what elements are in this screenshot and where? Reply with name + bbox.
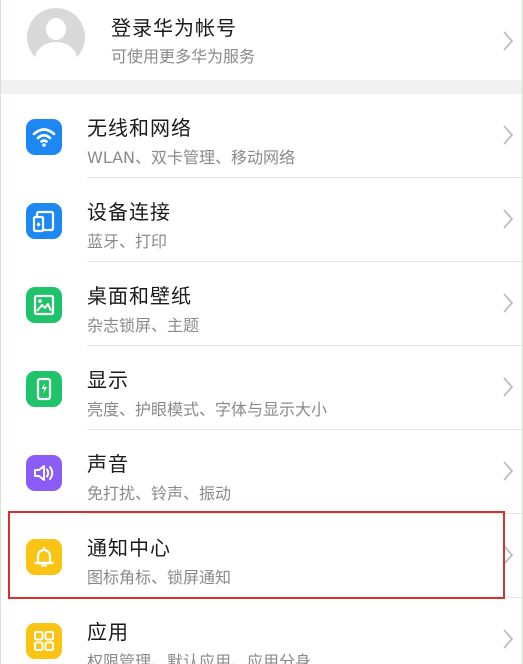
- section-separator: [1, 80, 522, 94]
- avatar: [27, 8, 85, 66]
- settings-item-apps[interactable]: 应用 权限管理、默认应用、应用分身: [1, 598, 522, 664]
- chevron-right-icon: [503, 125, 514, 145]
- chevron-right-icon: [503, 545, 514, 565]
- settings-item-wireless-network[interactable]: 无线和网络 WLAN、双卡管理、移动网络: [1, 94, 522, 178]
- bell-icon: [26, 539, 62, 575]
- item-subtitle: 杂志锁屏、主题: [87, 316, 200, 335]
- apps-grid-icon: [26, 623, 62, 659]
- speaker-icon: [26, 455, 62, 491]
- item-title: 通知中心: [87, 536, 171, 560]
- account-row[interactable]: 登录华为帐号 可使用更多华为服务: [1, 0, 522, 80]
- wallpaper-icon: [26, 287, 62, 323]
- settings-item-display[interactable]: 显示 亮度、护眼模式、字体与显示大小: [1, 346, 522, 430]
- account-title: 登录华为帐号: [111, 16, 237, 40]
- settings-item-notification-center[interactable]: 通知中心 图标角标、锁屏通知: [1, 514, 522, 598]
- chevron-right-icon: [503, 377, 514, 397]
- chevron-right-icon: [503, 209, 514, 229]
- chevron-right-icon: [503, 629, 514, 649]
- settings-item-sound[interactable]: 声音 免打扰、铃声、振动: [1, 430, 522, 514]
- chevron-right-icon: [503, 31, 514, 51]
- item-title: 无线和网络: [87, 116, 192, 140]
- chevron-right-icon: [503, 293, 514, 313]
- device-connection-icon: [26, 203, 62, 239]
- item-title: 桌面和壁纸: [87, 284, 192, 308]
- display-icon: [26, 371, 62, 407]
- settings-screen: 登录华为帐号 可使用更多华为服务 无线和网络 WLAN、双卡管理、移动网络 设备…: [0, 0, 523, 664]
- wifi-icon: [26, 119, 62, 155]
- account-subtitle: 可使用更多华为服务: [111, 47, 256, 66]
- chevron-right-icon: [503, 461, 514, 481]
- item-title: 声音: [87, 452, 129, 476]
- item-subtitle: 图标角标、锁屏通知: [87, 568, 232, 587]
- item-subtitle: 免打扰、铃声、振动: [87, 484, 232, 503]
- item-subtitle: 权限管理、默认应用、应用分身: [87, 652, 312, 664]
- settings-item-home-wallpaper[interactable]: 桌面和壁纸 杂志锁屏、主题: [1, 262, 522, 346]
- item-subtitle: WLAN、双卡管理、移动网络: [87, 148, 296, 167]
- settings-item-device-connection[interactable]: 设备连接 蓝牙、打印: [1, 178, 522, 262]
- item-title: 应用: [87, 620, 129, 644]
- item-subtitle: 亮度、护眼模式、字体与显示大小: [87, 400, 328, 419]
- item-title: 设备连接: [87, 200, 171, 224]
- item-title: 显示: [87, 368, 129, 392]
- item-subtitle: 蓝牙、打印: [87, 232, 168, 251]
